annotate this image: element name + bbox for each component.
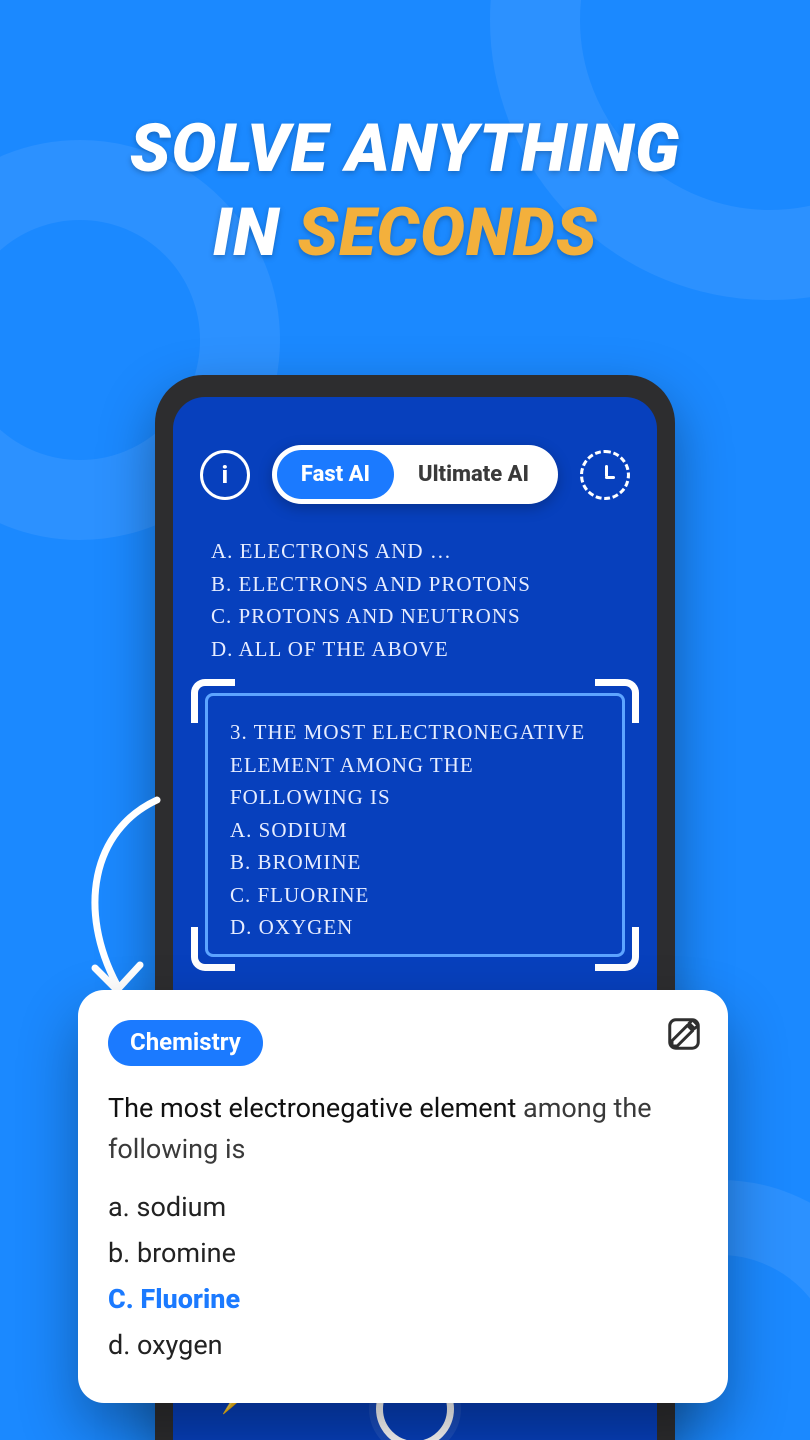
mode-fast-ai[interactable]: Fast AI — [277, 450, 394, 499]
scanned-question: 3. THE MOST ELECTRONEGATIVE ELEMENT AMON… — [205, 693, 625, 957]
question-text: THE MOST ELECTRONEGATIVE ELEMENT AMONG T… — [230, 720, 585, 809]
subject-tag[interactable]: Chemistry — [108, 1020, 263, 1066]
edit-icon[interactable] — [666, 1016, 702, 1052]
scan-frame[interactable]: 3. THE MOST ELECTRONEGATIVE ELEMENT AMON… — [191, 679, 639, 971]
prev-option: B. ELECTRONS AND PROTONS — [211, 568, 531, 601]
previous-question-options: A. ELECTRONS AND … B. ELECTRONS AND PROT… — [211, 535, 531, 665]
mode-ultimate-ai[interactable]: Ultimate AI — [394, 450, 553, 499]
arrow-icon — [62, 790, 182, 1010]
question-number: 3. — [230, 720, 248, 744]
scanned-option: A. SODIUM — [230, 814, 600, 847]
scanned-option: C. FLUORINE — [230, 879, 600, 912]
scanned-option: D. OXYGEN — [230, 911, 600, 944]
result-option-correct: C. Fluorine — [108, 1277, 698, 1323]
top-bar: i Fast AI Ultimate AI — [173, 445, 657, 504]
history-button[interactable] — [580, 450, 630, 500]
result-options: a. sodium b. bromine C. Fluorine d. oxyg… — [108, 1185, 698, 1369]
prev-option: A. ELECTRONS AND … — [211, 535, 531, 568]
ai-mode-switch[interactable]: Fast AI Ultimate AI — [272, 445, 558, 504]
result-option: b. bromine — [108, 1231, 698, 1277]
result-question-lead: The most electronegative element — [108, 1092, 516, 1124]
info-button[interactable]: i — [200, 450, 250, 500]
result-option: d. oxygen — [108, 1323, 698, 1369]
answer-card: Chemistry The most electronegative eleme… — [78, 990, 728, 1403]
result-option: a. sodium — [108, 1185, 698, 1231]
headline-line2-prefix: IN — [213, 194, 298, 272]
info-icon: i — [222, 461, 228, 489]
headline-line1: SOLVE ANYTHING — [130, 110, 681, 188]
scanned-question-text: 3. THE MOST ELECTRONEGATIVE ELEMENT AMON… — [230, 716, 600, 814]
headline: SOLVE ANYTHING IN SECONDS — [0, 108, 810, 276]
result-question: The most electronegative element among t… — [108, 1088, 698, 1169]
scanned-option: B. BROMINE — [230, 846, 600, 879]
headline-accent: SECONDS — [297, 194, 597, 272]
prev-option: C. PROTONS AND NEUTRONS — [211, 600, 531, 633]
prev-option: D. ALL OF THE ABOVE — [211, 633, 531, 666]
